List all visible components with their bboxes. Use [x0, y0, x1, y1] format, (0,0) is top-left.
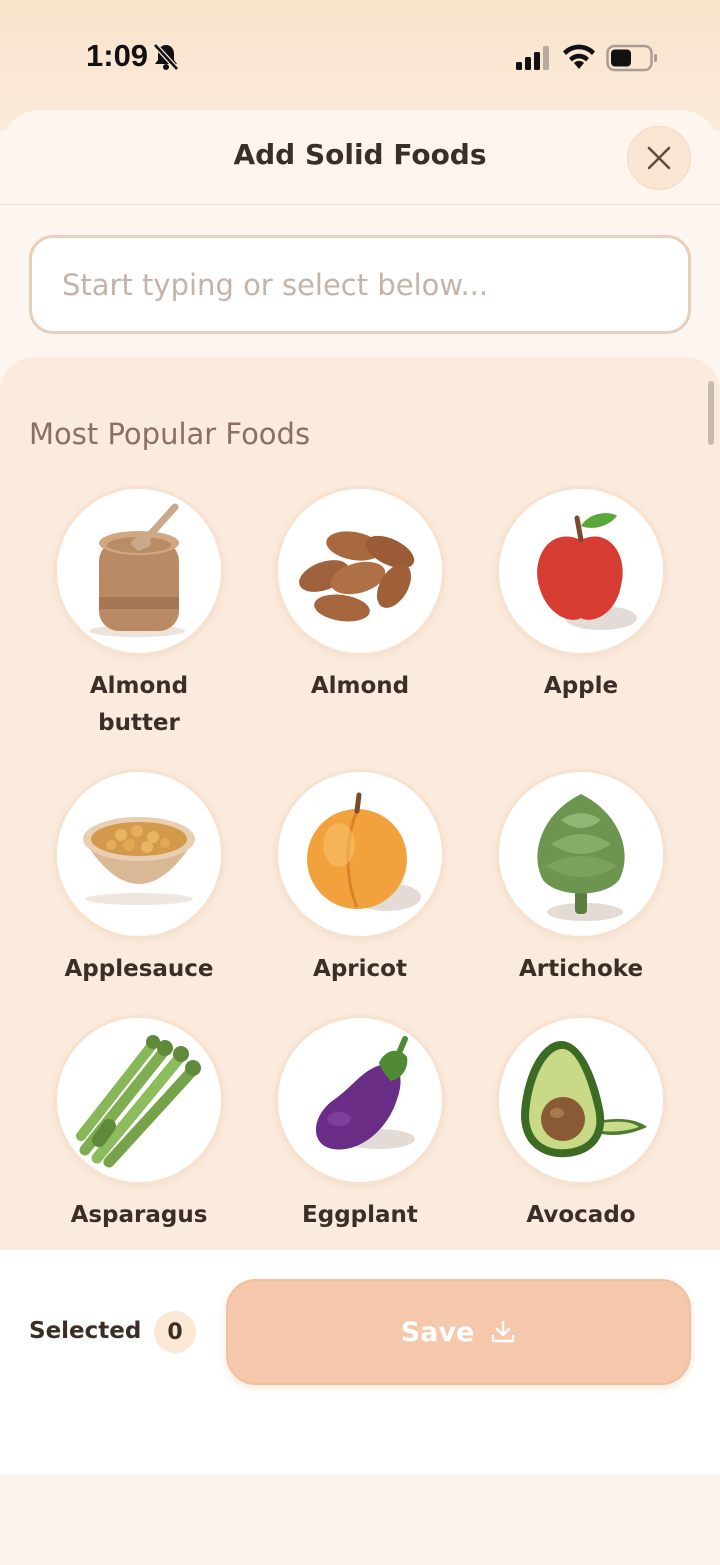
food-item-almond-butter[interactable]: Almond butter	[34, 486, 244, 742]
add-foods-sheet: Add Solid Foods Most Popular Foods	[0, 110, 720, 1475]
apple-icon	[537, 513, 637, 630]
applesauce-bowl-icon	[83, 817, 195, 905]
food-item-avocado[interactable]: Avocado	[476, 1015, 686, 1234]
almond-butter-jar-icon	[89, 503, 185, 637]
food-image	[496, 1015, 666, 1185]
wifi-icon	[562, 44, 596, 74]
sheet-title: Add Solid Foods	[233, 138, 487, 171]
food-label: Almond	[310, 673, 410, 699]
scrollbar[interactable]	[708, 381, 714, 445]
food-image	[275, 769, 445, 939]
almonds-icon	[299, 531, 415, 622]
food-search-input[interactable]	[29, 235, 691, 334]
cellular-signal-icon	[515, 46, 551, 74]
food-item-applesauce[interactable]: Applesauce	[34, 769, 244, 988]
food-label: Asparagus	[70, 1202, 208, 1228]
download-icon	[492, 1320, 515, 1343]
food-label: Applesauce	[64, 956, 214, 982]
food-image	[496, 769, 666, 939]
asparagus-icon	[76, 1035, 201, 1168]
food-image	[275, 486, 445, 656]
food-image	[54, 486, 224, 656]
save-button[interactable]: Save	[226, 1279, 691, 1385]
section-title: Most Popular Foods	[29, 417, 311, 451]
footer-bar: Selected 0 Save	[0, 1250, 720, 1475]
sheet-header: Add Solid Foods	[0, 110, 720, 205]
food-item-asparagus[interactable]: Asparagus	[34, 1015, 244, 1234]
food-image	[275, 1015, 445, 1185]
food-image	[496, 486, 666, 656]
eggplant-icon	[315, 1036, 415, 1150]
close-icon	[647, 146, 671, 170]
screen: 1:09 Add Solid Foods Start typing or sel…	[0, 0, 720, 1565]
selected-count-badge: 0	[154, 1311, 196, 1353]
close-button[interactable]	[627, 126, 691, 190]
food-label: Avocado	[526, 1202, 636, 1228]
food-item-eggplant[interactable]: Eggplant	[255, 1015, 465, 1234]
status-time: 1:09	[86, 38, 149, 73]
food-label: Apricot	[313, 956, 407, 982]
food-item-apricot[interactable]: Apricot	[255, 769, 465, 988]
apricot-icon	[307, 792, 421, 911]
battery-icon	[606, 44, 658, 76]
food-image	[54, 1015, 224, 1185]
food-label: Artichoke	[518, 956, 644, 982]
selected-label: Selected	[29, 1318, 142, 1344]
food-label: Eggplant	[302, 1202, 418, 1228]
artichoke-icon	[537, 794, 625, 921]
food-label: Almond butter	[89, 673, 189, 736]
bottom-safe-area	[0, 1475, 720, 1565]
bell-muted-icon	[152, 42, 180, 76]
food-item-artichoke[interactable]: Artichoke	[476, 769, 686, 988]
food-grid-panel: Most Popular Foods Almond butter Almond …	[0, 357, 720, 1250]
food-item-almond[interactable]: Almond	[255, 486, 465, 705]
food-item-apple[interactable]: Apple	[476, 486, 686, 705]
avocado-icon	[521, 1041, 647, 1158]
food-label: Apple	[543, 673, 619, 699]
save-label: Save	[400, 1316, 475, 1348]
food-image	[54, 769, 224, 939]
